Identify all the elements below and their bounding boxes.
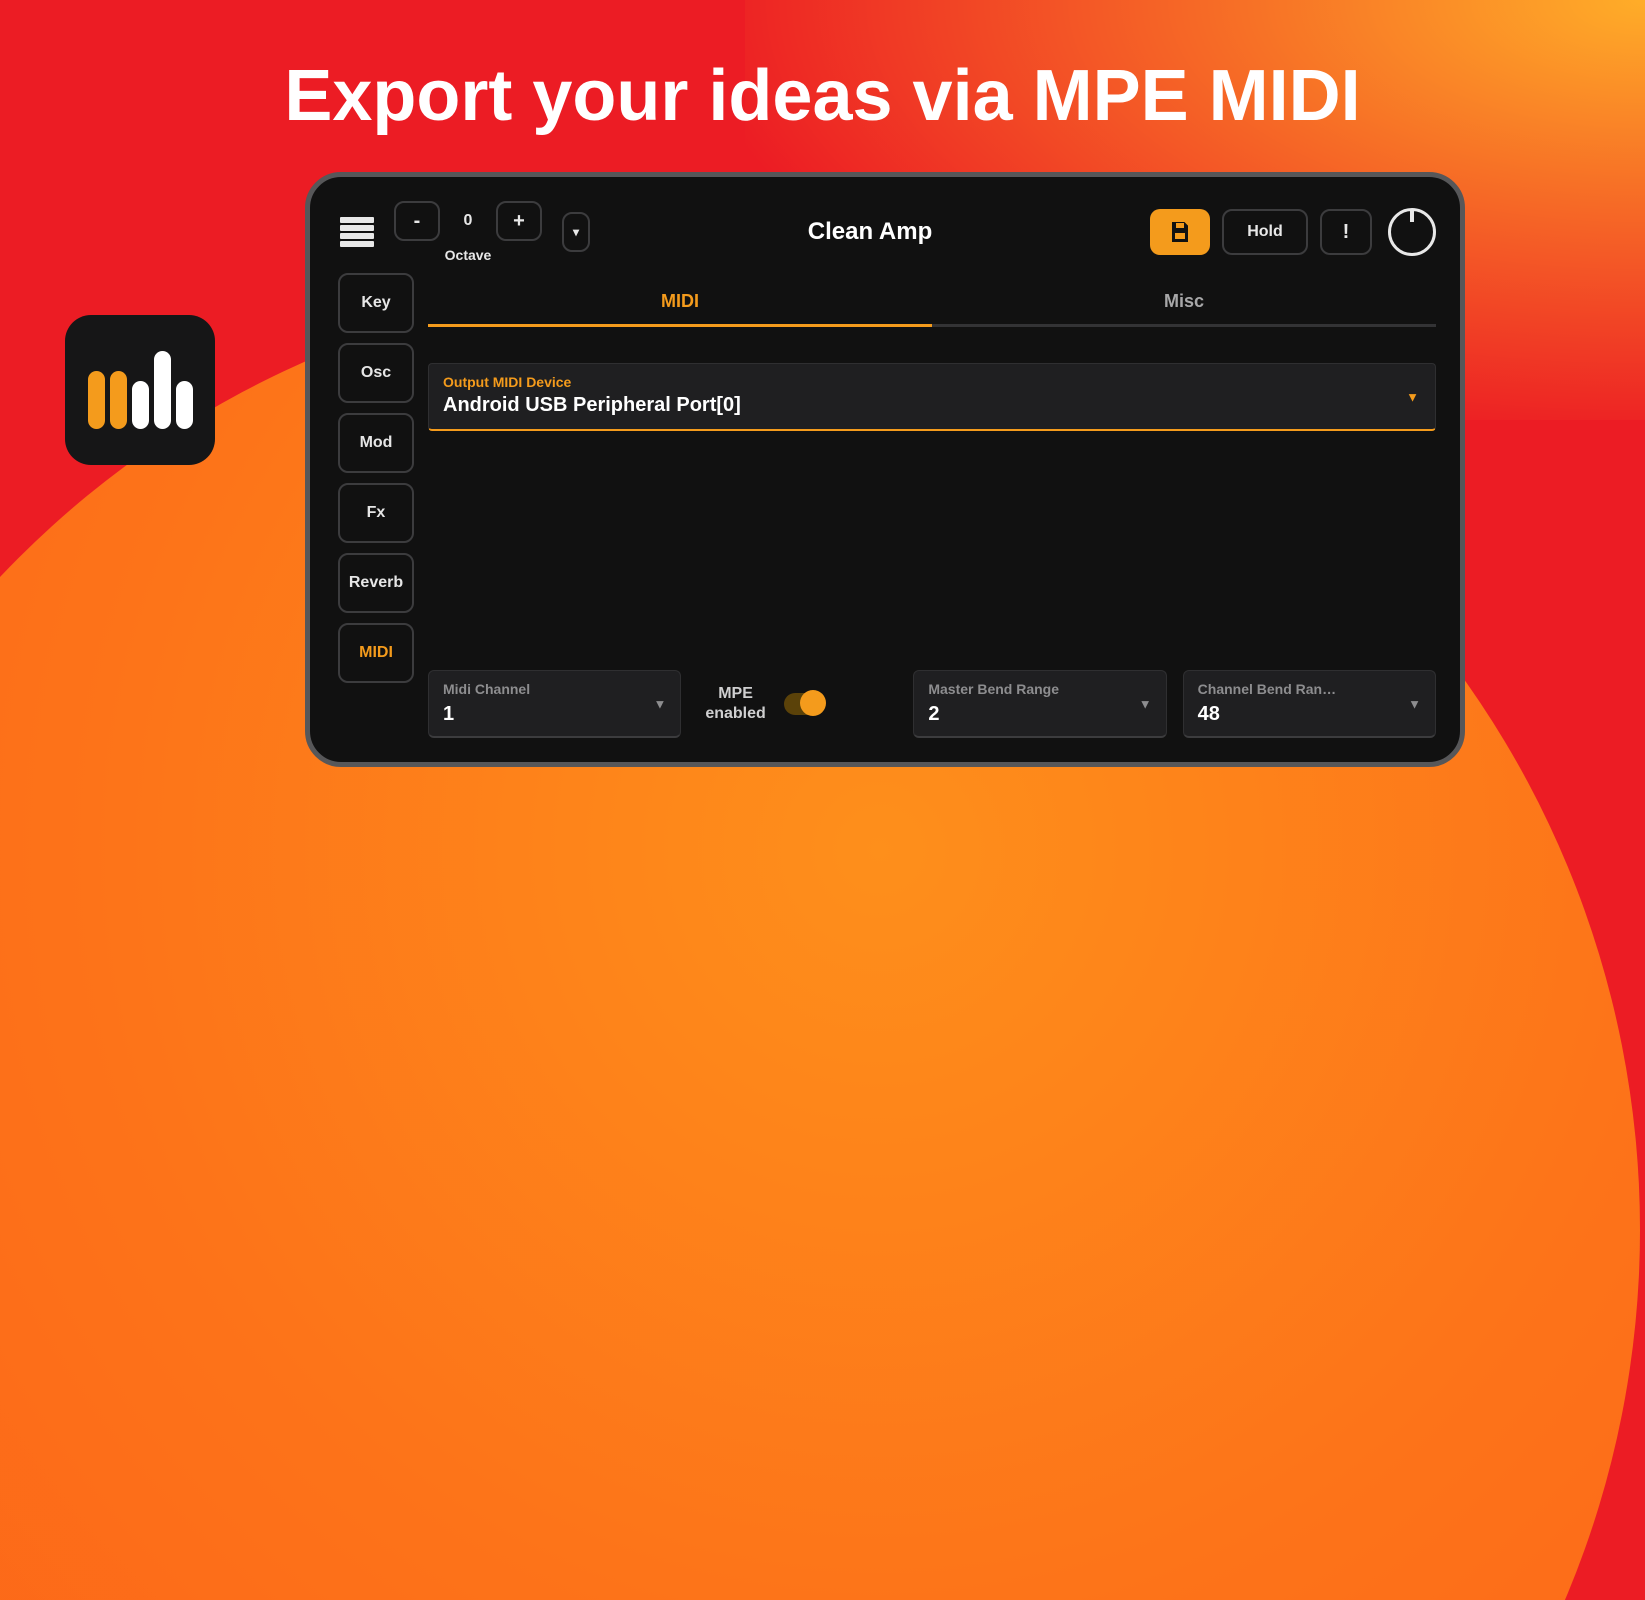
chevron-down-icon: ▼ [1406,389,1419,404]
octave-minus-button[interactable]: - [394,201,440,241]
preset-dropdown[interactable] [562,212,590,252]
app-icon-bar [110,371,127,429]
mpe-label-line2: enabled [705,705,765,722]
tabs: MIDI Misc [428,273,1436,324]
sidebar: Key Osc Mod Fx Reverb MIDI [338,273,414,738]
sidebar-item-midi[interactable]: MIDI [338,623,414,683]
app-icon-bar [176,381,193,429]
save-icon [1168,220,1192,244]
content-panel: MIDI Misc Output MIDI Device Android USB… [428,273,1436,738]
channel-bend-range-select[interactable]: Channel Bend Ran… 48 ▼ [1183,670,1436,738]
mpe-toggle-block: MPE enabled [697,670,897,738]
info-button[interactable]: ! [1320,209,1372,255]
chevron-down-icon: ▼ [1408,696,1421,711]
preset-name: Clean Amp [602,218,1138,246]
midi-channel-select[interactable]: Midi Channel 1 ▼ [428,670,681,738]
master-bend-range-select[interactable]: Master Bend Range 2 ▼ [913,670,1166,738]
main-area: Key Osc Mod Fx Reverb MIDI MIDI Misc Out… [338,273,1436,738]
channel-bend-value: 48 [1198,703,1421,726]
hold-button[interactable]: Hold [1222,209,1308,255]
sidebar-item-reverb[interactable]: Reverb [338,553,414,613]
midi-channel-label: Midi Channel [443,681,666,697]
app-icon-bars [88,351,193,429]
topbar: - 0 + Octave Clean Amp Hold ! [338,201,1436,263]
menu-icon[interactable] [338,215,376,249]
tab-underline-active [428,324,932,327]
output-midi-value: Android USB Peripheral Port[0] [443,394,1421,417]
octave-plus-button[interactable]: + [496,201,542,241]
octave-value: 0 [440,212,496,230]
octave-control: - 0 + Octave [394,201,542,263]
mpe-toggle[interactable] [784,693,824,715]
app-icon-bar [132,381,149,429]
toggle-knob [800,690,826,716]
sidebar-item-mod[interactable]: Mod [338,413,414,473]
channel-bend-label: Channel Bend Ran… [1198,681,1421,697]
mpe-label: MPE enabled [705,684,765,724]
headline: Export your ideas via MPE MIDI [284,55,1360,137]
app-icon-bar [154,351,171,429]
device-frame: - 0 + Octave Clean Amp Hold ! Key Osc Mo… [305,172,1465,767]
app-icon [65,315,215,465]
mpe-label-line1: MPE [718,685,753,702]
volume-knob[interactable] [1388,208,1436,256]
master-bend-value: 2 [928,703,1151,726]
master-bend-label: Master Bend Range [928,681,1151,697]
sidebar-item-key[interactable]: Key [338,273,414,333]
chevron-down-icon: ▼ [653,696,666,711]
tab-misc[interactable]: Misc [932,273,1436,324]
sidebar-item-osc[interactable]: Osc [338,343,414,403]
midi-settings-row: Midi Channel 1 ▼ MPE enabled Master Bend… [428,670,1436,738]
output-midi-device[interactable]: Output MIDI Device Android USB Periphera… [428,363,1436,431]
sidebar-item-fx[interactable]: Fx [338,483,414,543]
output-midi-label: Output MIDI Device [443,374,1421,390]
save-button[interactable] [1150,209,1210,255]
app-icon-bar [88,371,105,429]
octave-label: Octave [445,247,492,263]
midi-channel-value: 1 [443,703,666,726]
tab-underline [428,324,1436,327]
tab-midi[interactable]: MIDI [428,273,932,324]
chevron-down-icon: ▼ [1139,696,1152,711]
